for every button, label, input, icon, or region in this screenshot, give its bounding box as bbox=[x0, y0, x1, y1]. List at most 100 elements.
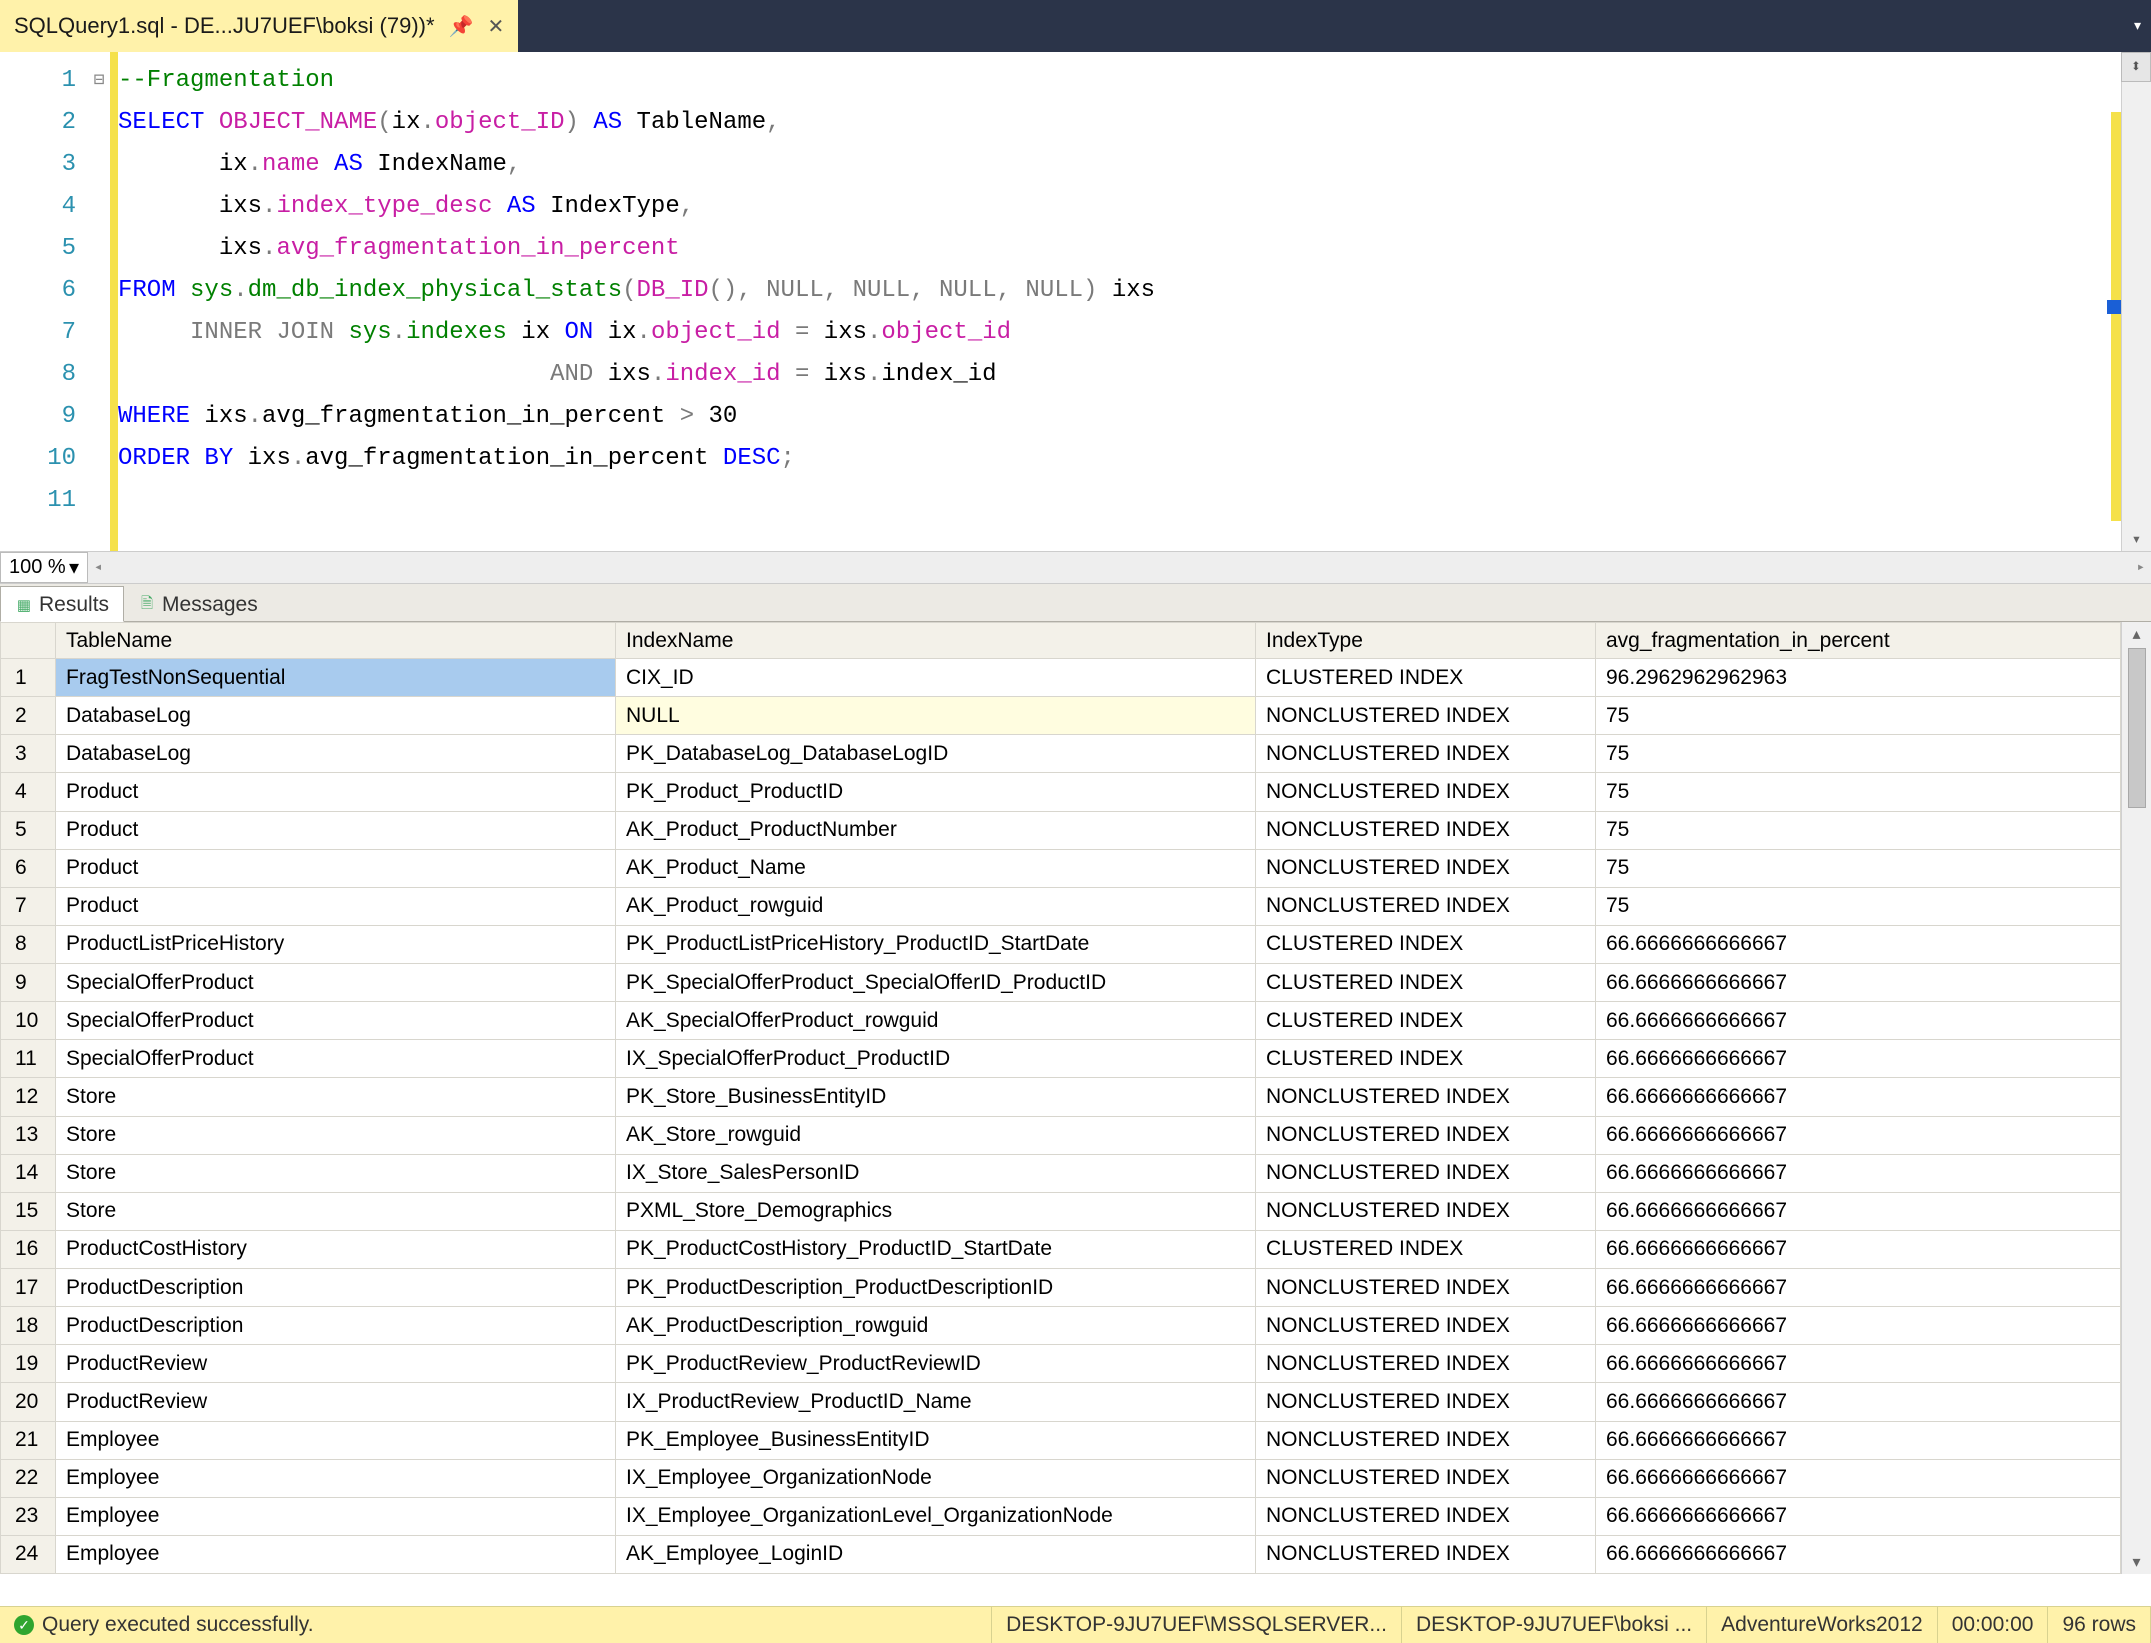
table-row[interactable]: 12StorePK_Store_BusinessEntityIDNONCLUST… bbox=[1, 1078, 2121, 1116]
row-number[interactable]: 1 bbox=[1, 659, 56, 697]
cell[interactable]: CLUSTERED INDEX bbox=[1256, 1002, 1596, 1040]
cell[interactable]: DatabaseLog bbox=[56, 735, 616, 773]
table-row[interactable]: 19ProductReviewPK_ProductReview_ProductR… bbox=[1, 1345, 2121, 1383]
table-row[interactable]: 11SpecialOfferProductIX_SpecialOfferProd… bbox=[1, 1040, 2121, 1078]
cell[interactable]: 66.6666666666667 bbox=[1596, 1345, 2121, 1383]
row-number[interactable]: 22 bbox=[1, 1459, 56, 1497]
split-window-icon[interactable]: ⬍ bbox=[2121, 52, 2151, 82]
tab-results[interactable]: ▦ Results bbox=[0, 586, 124, 622]
cell[interactable]: CLUSTERED INDEX bbox=[1256, 1230, 1596, 1268]
cell[interactable]: NONCLUSTERED INDEX bbox=[1256, 1192, 1596, 1230]
table-row[interactable]: 1FragTestNonSequentialCIX_IDCLUSTERED IN… bbox=[1, 659, 2121, 697]
cell[interactable]: CIX_ID bbox=[616, 659, 1256, 697]
cell[interactable]: NONCLUSTERED INDEX bbox=[1256, 1383, 1596, 1421]
scroll-up-icon[interactable]: ▴ bbox=[2132, 622, 2140, 646]
table-row[interactable]: 14StoreIX_Store_SalesPersonIDNONCLUSTERE… bbox=[1, 1154, 2121, 1192]
table-row[interactable]: 21EmployeePK_Employee_BusinessEntityIDNO… bbox=[1, 1421, 2121, 1459]
cell[interactable]: 66.6666666666667 bbox=[1596, 1230, 2121, 1268]
table-row[interactable]: 10SpecialOfferProductAK_SpecialOfferProd… bbox=[1, 1002, 2121, 1040]
table-row[interactable]: 15StorePXML_Store_DemographicsNONCLUSTER… bbox=[1, 1192, 2121, 1230]
cell[interactable]: AK_Product_rowguid bbox=[616, 887, 1256, 925]
cell[interactable]: 75 bbox=[1596, 887, 2121, 925]
tab-messages[interactable]: 🗎 Messages bbox=[124, 587, 272, 621]
code-line[interactable]: INNER JOIN sys.indexes ix ON ix.object_i… bbox=[118, 312, 2121, 354]
table-row[interactable]: 17ProductDescriptionPK_ProductDescriptio… bbox=[1, 1269, 2121, 1307]
cell[interactable]: Employee bbox=[56, 1459, 616, 1497]
row-number[interactable]: 16 bbox=[1, 1230, 56, 1268]
row-number[interactable]: 6 bbox=[1, 849, 56, 887]
code-line[interactable]: ix.name AS IndexName, bbox=[118, 144, 2121, 186]
cell[interactable]: PK_Product_ProductID bbox=[616, 773, 1256, 811]
cell[interactable]: SpecialOfferProduct bbox=[56, 964, 616, 1002]
cell[interactable]: CLUSTERED INDEX bbox=[1256, 925, 1596, 963]
cell[interactable]: Product bbox=[56, 887, 616, 925]
code-line[interactable]: ixs.avg_fragmentation_in_percent bbox=[118, 228, 2121, 270]
table-row[interactable]: 13StoreAK_Store_rowguidNONCLUSTERED INDE… bbox=[1, 1116, 2121, 1154]
row-number[interactable]: 7 bbox=[1, 887, 56, 925]
cell[interactable]: 66.6666666666667 bbox=[1596, 1078, 2121, 1116]
cell[interactable]: 66.6666666666667 bbox=[1596, 1459, 2121, 1497]
cell[interactable]: NULL bbox=[616, 697, 1256, 735]
row-number[interactable]: 10 bbox=[1, 1002, 56, 1040]
table-row[interactable]: 7ProductAK_Product_rowguidNONCLUSTERED I… bbox=[1, 887, 2121, 925]
code-line[interactable]: FROM sys.dm_db_index_physical_stats(DB_I… bbox=[118, 270, 2121, 312]
cell[interactable]: AK_Store_rowguid bbox=[616, 1116, 1256, 1154]
scroll-right-icon[interactable]: ▸ bbox=[2137, 559, 2145, 576]
cell[interactable]: ProductDescription bbox=[56, 1307, 616, 1345]
zoom-selector[interactable]: 100 % ▾ bbox=[0, 552, 88, 583]
cell[interactable]: Store bbox=[56, 1154, 616, 1192]
scrollbar-thumb[interactable] bbox=[2128, 648, 2146, 808]
cell[interactable]: Employee bbox=[56, 1497, 616, 1535]
cell[interactable]: PK_ProductReview_ProductReviewID bbox=[616, 1345, 1256, 1383]
cell[interactable]: 66.6666666666667 bbox=[1596, 964, 2121, 1002]
cell[interactable]: NONCLUSTERED INDEX bbox=[1256, 1269, 1596, 1307]
editor-horizontal-scrollbar[interactable]: ◂ ▸ bbox=[88, 552, 2151, 583]
cell[interactable]: NONCLUSTERED INDEX bbox=[1256, 811, 1596, 849]
table-row[interactable]: 3DatabaseLogPK_DatabaseLog_DatabaseLogID… bbox=[1, 735, 2121, 773]
row-number[interactable]: 5 bbox=[1, 811, 56, 849]
cell[interactable]: PK_ProductDescription_ProductDescription… bbox=[616, 1269, 1256, 1307]
code-line[interactable]: --Fragmentation bbox=[118, 60, 2121, 102]
cell[interactable]: ProductDescription bbox=[56, 1269, 616, 1307]
scroll-down-icon[interactable]: ▾ bbox=[2132, 527, 2142, 551]
row-number[interactable]: 8 bbox=[1, 925, 56, 963]
fold-collapse-icon[interactable]: ⊟ bbox=[88, 60, 110, 102]
cell[interactable]: CLUSTERED INDEX bbox=[1256, 964, 1596, 1002]
cell[interactable]: 66.6666666666667 bbox=[1596, 1307, 2121, 1345]
row-number[interactable]: 2 bbox=[1, 697, 56, 735]
cell[interactable]: AK_Employee_LoginID bbox=[616, 1535, 1256, 1573]
cell[interactable]: 66.6666666666667 bbox=[1596, 1154, 2121, 1192]
cell[interactable]: Employee bbox=[56, 1421, 616, 1459]
cell[interactable]: CLUSTERED INDEX bbox=[1256, 1040, 1596, 1078]
cell[interactable]: PK_ProductCostHistory_ProductID_StartDat… bbox=[616, 1230, 1256, 1268]
row-number[interactable]: 11 bbox=[1, 1040, 56, 1078]
code-line[interactable] bbox=[118, 480, 2121, 522]
cell[interactable]: NONCLUSTERED INDEX bbox=[1256, 1307, 1596, 1345]
cell[interactable]: Product bbox=[56, 773, 616, 811]
cell[interactable]: SpecialOfferProduct bbox=[56, 1002, 616, 1040]
code-line[interactable]: WHERE ixs.avg_fragmentation_in_percent >… bbox=[118, 396, 2121, 438]
document-tab[interactable]: SQLQuery1.sql - DE...JU7UEF\boksi (79))*… bbox=[0, 0, 518, 52]
column-header[interactable]: IndexType bbox=[1256, 623, 1596, 659]
table-row[interactable]: 18ProductDescriptionAK_ProductDescriptio… bbox=[1, 1307, 2121, 1345]
table-row[interactable]: 23EmployeeIX_Employee_OrganizationLevel_… bbox=[1, 1497, 2121, 1535]
results-vertical-scrollbar[interactable]: ▴ ▾ bbox=[2121, 622, 2151, 1574]
cell[interactable]: PK_Employee_BusinessEntityID bbox=[616, 1421, 1256, 1459]
cell[interactable]: AK_ProductDescription_rowguid bbox=[616, 1307, 1256, 1345]
cell[interactable]: 66.6666666666667 bbox=[1596, 1002, 2121, 1040]
table-row[interactable]: 5ProductAK_Product_ProductNumberNONCLUST… bbox=[1, 811, 2121, 849]
cell[interactable]: 66.6666666666667 bbox=[1596, 1116, 2121, 1154]
cell[interactable]: 75 bbox=[1596, 773, 2121, 811]
table-row[interactable]: 16ProductCostHistoryPK_ProductCostHistor… bbox=[1, 1230, 2121, 1268]
column-header[interactable]: TableName bbox=[56, 623, 616, 659]
table-row[interactable]: 24EmployeeAK_Employee_LoginIDNONCLUSTERE… bbox=[1, 1535, 2121, 1573]
pin-icon[interactable]: 📌 bbox=[449, 14, 474, 39]
cell[interactable]: 66.6666666666667 bbox=[1596, 1269, 2121, 1307]
table-row[interactable]: 22EmployeeIX_Employee_OrganizationNodeNO… bbox=[1, 1459, 2121, 1497]
cell[interactable]: AK_Product_Name bbox=[616, 849, 1256, 887]
scroll-down-icon[interactable]: ▾ bbox=[2132, 1550, 2140, 1574]
cell[interactable]: SpecialOfferProduct bbox=[56, 1040, 616, 1078]
cell[interactable]: Product bbox=[56, 849, 616, 887]
cell[interactable]: PXML_Store_Demographics bbox=[616, 1192, 1256, 1230]
cell[interactable]: NONCLUSTERED INDEX bbox=[1256, 1345, 1596, 1383]
